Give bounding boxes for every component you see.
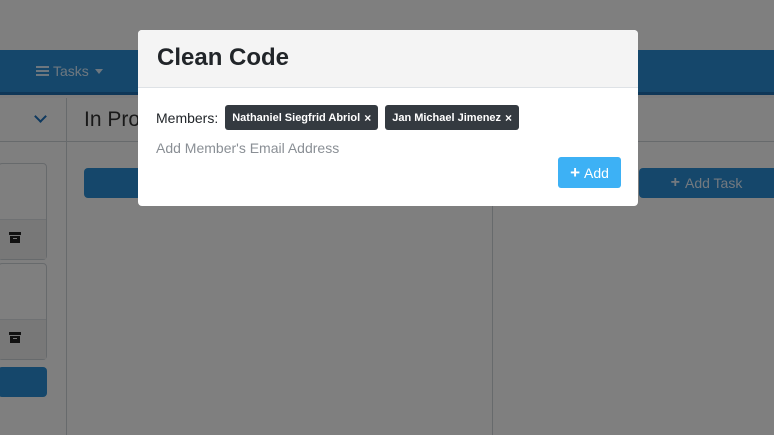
members-row: Members: Nathaniel Siegfrid Abriol × Jan…: [156, 105, 620, 130]
modal-body: Members: Nathaniel Siegfrid Abriol × Jan…: [138, 88, 638, 188]
member-tag: Nathaniel Siegfrid Abriol ×: [225, 105, 379, 130]
member-email-input[interactable]: [156, 138, 456, 158]
member-name: Nathaniel Siegfrid Abriol: [232, 111, 361, 124]
modal-header: Clean Code: [138, 30, 638, 88]
members-label: Members:: [156, 109, 219, 126]
add-member-button[interactable]: + Add: [558, 157, 621, 188]
remove-member-icon[interactable]: ×: [505, 111, 512, 125]
member-tag: Jan Michael Jimenez ×: [385, 105, 520, 130]
member-name: Jan Michael Jimenez: [392, 111, 502, 124]
add-member-label: Add: [584, 164, 609, 181]
modal-title: Clean Code: [157, 44, 290, 71]
members-modal: Clean Code Members: Nathaniel Siegfrid A…: [138, 30, 638, 206]
remove-member-icon[interactable]: ×: [364, 111, 371, 125]
plus-icon: +: [570, 163, 580, 182]
